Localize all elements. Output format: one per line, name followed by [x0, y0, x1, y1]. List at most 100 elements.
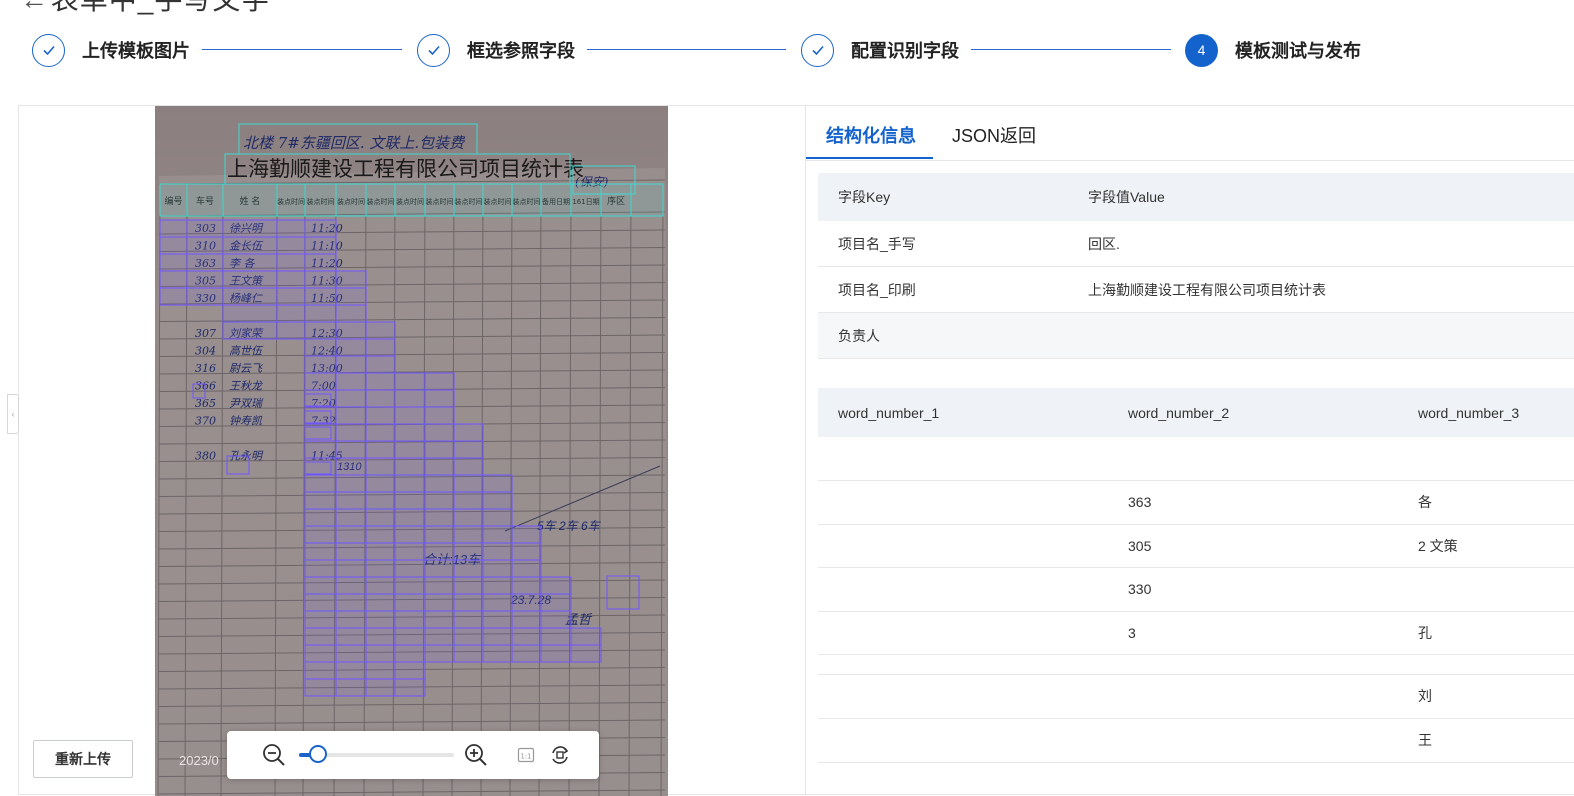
- detection-box: [222, 304, 278, 323]
- column-header: word_number_3: [1398, 388, 1574, 437]
- detection-box: [424, 389, 455, 408]
- document-image: 北楼 7#东疆回区. 文联上.包装费 上海勤顺建设工程有限公司项目统计表 (保安…: [155, 106, 668, 796]
- tab-json-return[interactable]: JSON返回: [952, 122, 1036, 148]
- detection-box: [276, 270, 306, 289]
- detection-box: [482, 593, 513, 612]
- detection-box: [365, 321, 396, 340]
- detection-box: [540, 610, 572, 629]
- detection-box: [335, 440, 367, 459]
- result-pane: 结构化信息 JSON返回 字段Key 字段值Value 项目名_手写 回区. 项…: [806, 106, 1574, 794]
- detection-box: [335, 627, 367, 646]
- result-tabs: 结构化信息 JSON返回: [806, 106, 1574, 161]
- actual-size-icon[interactable]: 1:1: [513, 742, 539, 768]
- tab-structured-info[interactable]: 结构化信息: [826, 122, 916, 148]
- detection-box: [276, 236, 306, 255]
- detection-box: [159, 236, 188, 255]
- detection-box: [365, 372, 396, 391]
- detection-box: [453, 627, 484, 646]
- reupload-button[interactable]: 重新上传: [33, 740, 133, 778]
- step-connector: [971, 49, 1171, 50]
- table-row: 3 孔: [818, 611, 1574, 655]
- detection-box: [335, 644, 367, 663]
- detection-box: [394, 627, 426, 646]
- table-row: [818, 437, 1574, 481]
- field-key: 项目名_印刷: [818, 266, 1068, 313]
- check-icon: [801, 33, 834, 67]
- detection-box: [394, 542, 426, 561]
- detection-box: [453, 593, 484, 612]
- detection-box: [365, 525, 396, 544]
- detection-box: [335, 559, 367, 578]
- table-row: 363 各: [818, 480, 1574, 525]
- step-number-badge: 4: [1185, 33, 1218, 67]
- detection-box: [394, 440, 426, 459]
- detection-box: [304, 593, 337, 612]
- zoom-slider[interactable]: [299, 745, 454, 763]
- zoom-out-icon[interactable]: [261, 742, 287, 768]
- detection-box: [394, 372, 426, 391]
- collapse-handle-icon[interactable]: ‹: [7, 394, 19, 434]
- detection-box: [570, 627, 602, 646]
- doc-cell-text: 尉云飞: [229, 362, 264, 375]
- detection-box: [365, 491, 396, 510]
- table-row: 王: [818, 718, 1574, 763]
- detection-box: [365, 440, 396, 459]
- detection-box: [365, 406, 396, 425]
- detection-box: [276, 287, 306, 306]
- image-date-text: 2023/0: [179, 753, 219, 768]
- detection-box: [424, 644, 455, 663]
- detection-box: [394, 389, 426, 408]
- table-cell: 王: [1398, 718, 1574, 763]
- zoom-slider-thumb[interactable]: [308, 745, 327, 763]
- detection-box: [276, 183, 306, 217]
- detection-box: [453, 440, 484, 459]
- detection-box: [394, 474, 426, 493]
- check-icon: [32, 33, 65, 67]
- detection-box: [222, 236, 278, 255]
- detection-box: [304, 321, 337, 340]
- table-cell: [818, 567, 1108, 612]
- detection-box: [394, 491, 426, 510]
- detection-box: [276, 321, 306, 340]
- detection-box: [424, 525, 455, 544]
- image-preview-pane: ‹ 北楼 7#东疆回区. 文联上.包装费 上海勤顺建设工程有限公司项目统计表 (…: [7, 106, 806, 796]
- detection-box: [304, 440, 337, 459]
- detection-box: [304, 644, 337, 663]
- detection-box: [394, 644, 426, 663]
- detection-box: [304, 287, 337, 306]
- detection-box: [482, 542, 513, 561]
- detection-box: [222, 287, 278, 306]
- back-arrow-icon[interactable]: ←: [20, 0, 48, 16]
- detection-box: [453, 525, 484, 544]
- table-cell: 刘: [1398, 674, 1574, 719]
- detection-box: [394, 183, 426, 217]
- detection-box: [335, 406, 367, 425]
- detection-box: [365, 355, 396, 374]
- detection-box: [304, 491, 337, 510]
- doc-heading-handwritten: 北楼 7#东疆回区. 文联上.包装费: [243, 134, 466, 152]
- detection-box: [365, 576, 396, 595]
- detection-box: [304, 678, 337, 697]
- detection-box: [304, 627, 337, 646]
- page-title-text: 表单中_手写文字: [51, 0, 271, 15]
- key-value-table: 字段Key 字段值Value 项目名_手写 回区. 项目名_印刷 上海勤顺建设工…: [818, 173, 1574, 359]
- zoom-in-icon[interactable]: [463, 742, 489, 768]
- detection-box: [335, 593, 367, 612]
- step-test-publish: 4 模板测试与发布: [1185, 30, 1361, 70]
- detection-box: [222, 270, 278, 289]
- table-row: 项目名_手写 回区.: [818, 221, 1574, 267]
- detection-box: [453, 457, 484, 476]
- detection-box: [540, 183, 572, 217]
- detection-box: [335, 661, 367, 680]
- zoom-toolbar: 1:1: [227, 731, 599, 779]
- doc-extra-text: 5车 2车 6车: [537, 519, 602, 533]
- column-header: 字段值Value: [1068, 173, 1574, 221]
- detection-box: [222, 253, 278, 272]
- doc-cell-text: 钟寿凯: [229, 415, 263, 428]
- detection-box: [453, 559, 484, 578]
- detection-box: [482, 644, 513, 663]
- rotate-icon[interactable]: [547, 742, 573, 768]
- detection-box: [453, 644, 484, 663]
- table-cell: [818, 437, 1108, 481]
- detection-box: [335, 474, 367, 493]
